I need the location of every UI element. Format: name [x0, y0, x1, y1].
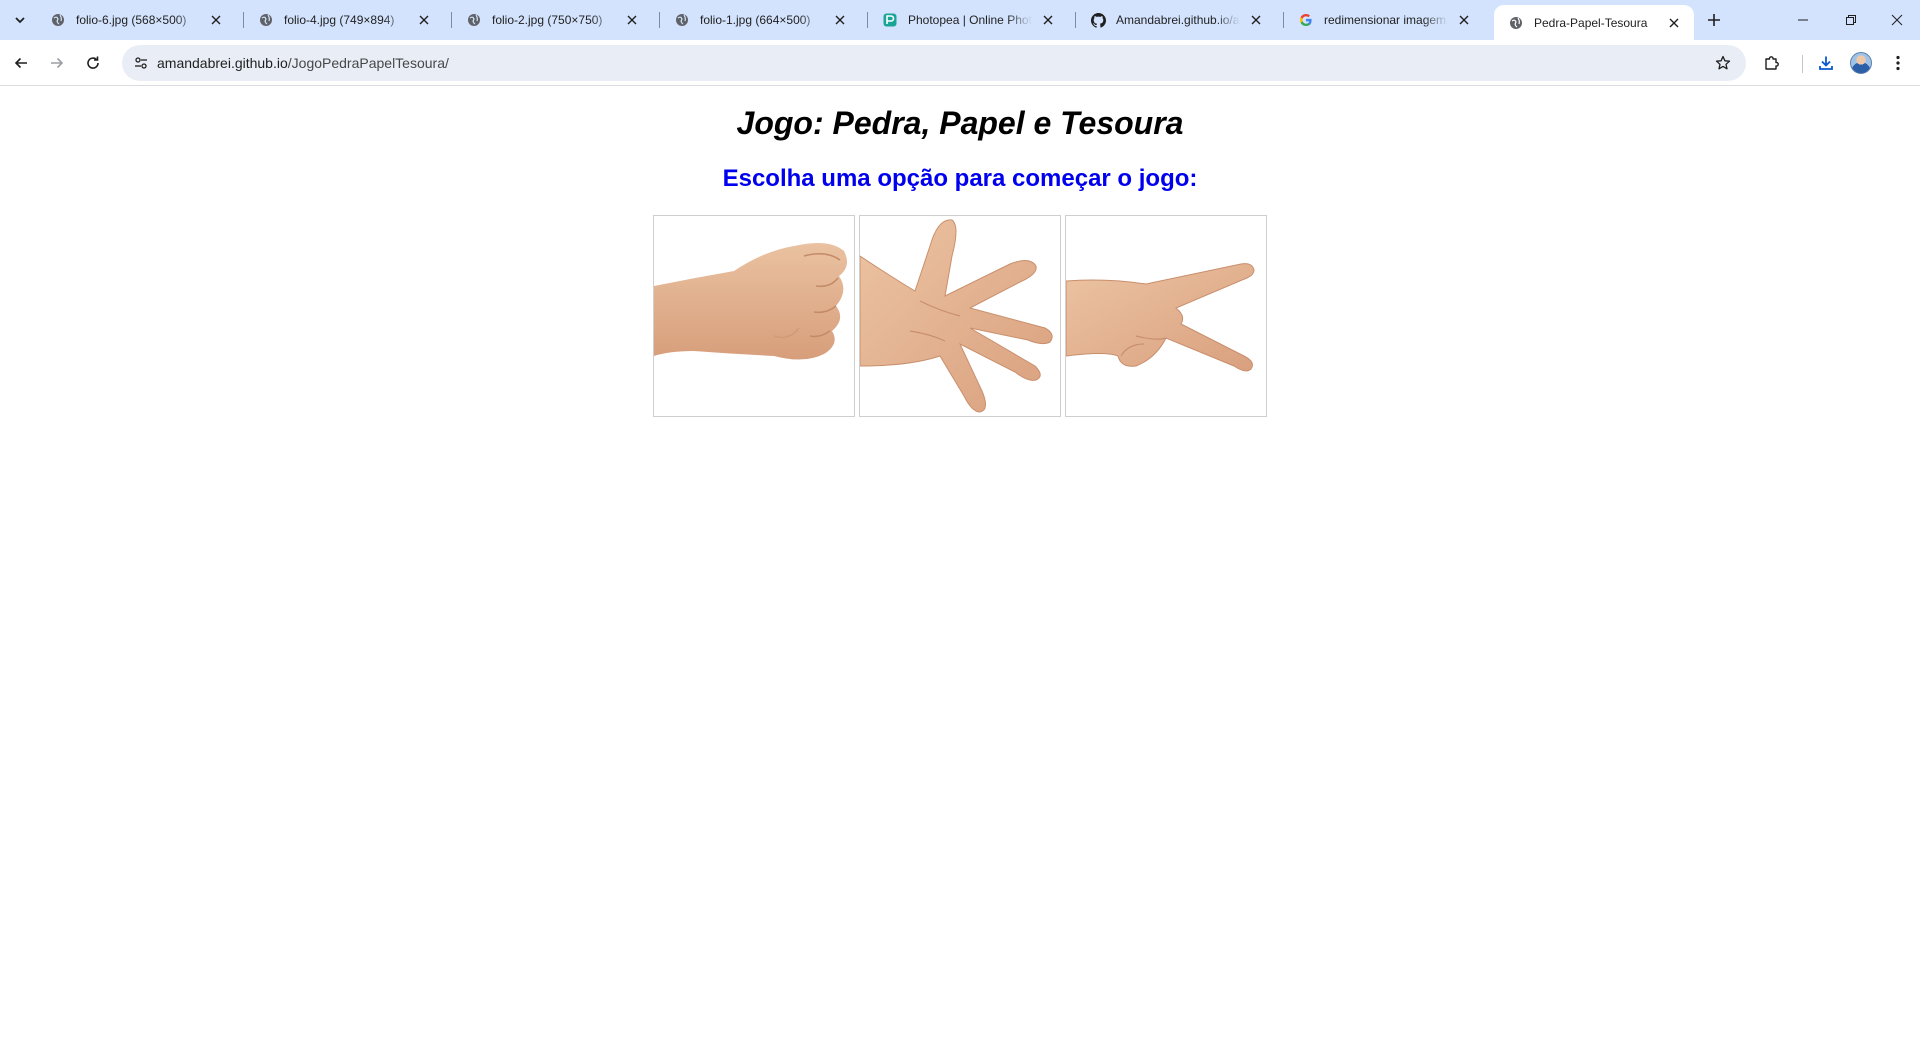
restore-icon	[1846, 15, 1856, 25]
url-path: /JogoPedraPapelTesoura/	[287, 55, 449, 71]
tab-pedra-papel-tesoura[interactable]: Pedra-Papel-Tesoura	[1494, 5, 1694, 40]
globe-icon	[674, 12, 690, 28]
back-button[interactable]	[7, 49, 35, 77]
chevron-down-icon	[15, 17, 25, 24]
globe-icon	[258, 12, 274, 28]
choices-row	[653, 215, 1267, 417]
new-tab-button[interactable]	[1702, 8, 1726, 32]
tab-strip: folio-6.jpg (568×500) folio-4.jpg (749×8…	[0, 0, 1920, 40]
site-info-button[interactable]	[128, 50, 154, 76]
google-icon	[1298, 12, 1314, 28]
close-tab-icon[interactable]	[1664, 13, 1684, 33]
tab-title: folio-6.jpg (568×500)	[76, 13, 187, 27]
puzzle-icon	[1765, 56, 1779, 70]
close-window-button[interactable]	[1874, 0, 1920, 40]
profile-avatar[interactable]	[1850, 52, 1872, 74]
choice-papel[interactable]	[859, 215, 1061, 417]
close-icon	[1891, 14, 1903, 26]
page-title: Jogo: Pedra, Papel e Tesoura	[736, 105, 1184, 141]
page-subtitle: Escolha uma opção para começar o jogo:	[722, 165, 1198, 192]
scissors-hand-icon	[1066, 263, 1255, 372]
tab-search-button[interactable]	[8, 8, 32, 32]
tab-folio-1[interactable]: folio-1.jpg (664×500)	[660, 5, 860, 35]
minimize-button[interactable]	[1780, 0, 1826, 40]
choice-pedra[interactable]	[653, 215, 855, 417]
globe-icon	[466, 12, 482, 28]
photopea-icon	[882, 12, 898, 28]
choice-tesoura[interactable]	[1065, 215, 1267, 417]
tab-title: redimensionar imagem pixels	[1324, 13, 1448, 27]
tab-title: Pedra-Papel-Tesoura	[1534, 15, 1648, 30]
more-vert-icon	[1896, 55, 1900, 71]
close-tab-icon[interactable]	[622, 10, 642, 30]
close-tab-icon[interactable]	[414, 10, 434, 30]
arrow-left-icon	[14, 57, 27, 69]
tab-photopea[interactable]: Photopea | Online Photo Editor	[868, 5, 1068, 35]
close-tab-icon[interactable]	[1038, 10, 1058, 30]
extensions-button[interactable]	[1758, 49, 1786, 77]
tab-folio-6[interactable]: folio-6.jpg (568×500)	[36, 5, 236, 35]
tune-icon	[135, 57, 147, 69]
reload-button[interactable]	[79, 49, 107, 77]
plus-icon	[1708, 14, 1720, 26]
reload-icon	[87, 56, 99, 69]
tab-title: Amandabrei.github.io/assets	[1116, 13, 1240, 27]
arrow-right-icon	[51, 57, 64, 69]
tab-github[interactable]: Amandabrei.github.io/assets	[1076, 5, 1276, 35]
tab-google-search[interactable]: redimensionar imagem pixels	[1284, 5, 1484, 35]
star-icon	[1715, 55, 1731, 70]
close-tab-icon[interactable]	[1454, 10, 1474, 30]
globe-icon	[1508, 15, 1524, 31]
tab-title: folio-2.jpg (750×750)	[492, 13, 603, 27]
toolbar-divider	[1802, 55, 1803, 73]
tab-folio-4[interactable]: folio-4.jpg (749×894)	[244, 5, 444, 35]
fist-hand-icon	[654, 242, 848, 360]
close-tab-icon[interactable]	[1246, 10, 1266, 30]
forward-button[interactable]	[43, 49, 71, 77]
close-tab-icon[interactable]	[206, 10, 226, 30]
restore-button[interactable]	[1828, 0, 1874, 40]
address-bar[interactable]: amandabrei.github.io/JogoPedraPapelTesou…	[122, 45, 1746, 81]
tab-title: folio-4.jpg (749×894)	[284, 13, 395, 27]
page-content: Jogo: Pedra, Papel e Tesoura Escolha uma…	[0, 87, 1920, 1040]
browser-menu-button[interactable]	[1884, 49, 1912, 77]
tab-folio-2[interactable]: folio-2.jpg (750×750)	[452, 5, 652, 35]
close-tab-icon[interactable]	[830, 10, 850, 30]
open-hand-icon	[860, 219, 1053, 413]
minimize-icon	[1798, 19, 1808, 21]
browser-toolbar: amandabrei.github.io/JogoPedraPapelTesou…	[0, 40, 1920, 86]
downloads-button[interactable]	[1812, 49, 1840, 77]
globe-icon	[50, 12, 66, 28]
bookmark-button[interactable]	[1710, 50, 1736, 76]
tab-title: folio-1.jpg (664×500)	[700, 13, 811, 27]
url-text: amandabrei.github.io/JogoPedraPapelTesou…	[157, 45, 449, 81]
tab-title: Photopea | Online Photo Editor	[908, 13, 1032, 27]
url-host: amandabrei.github.io	[157, 55, 288, 71]
github-icon	[1090, 12, 1106, 28]
download-icon	[1819, 56, 1833, 70]
